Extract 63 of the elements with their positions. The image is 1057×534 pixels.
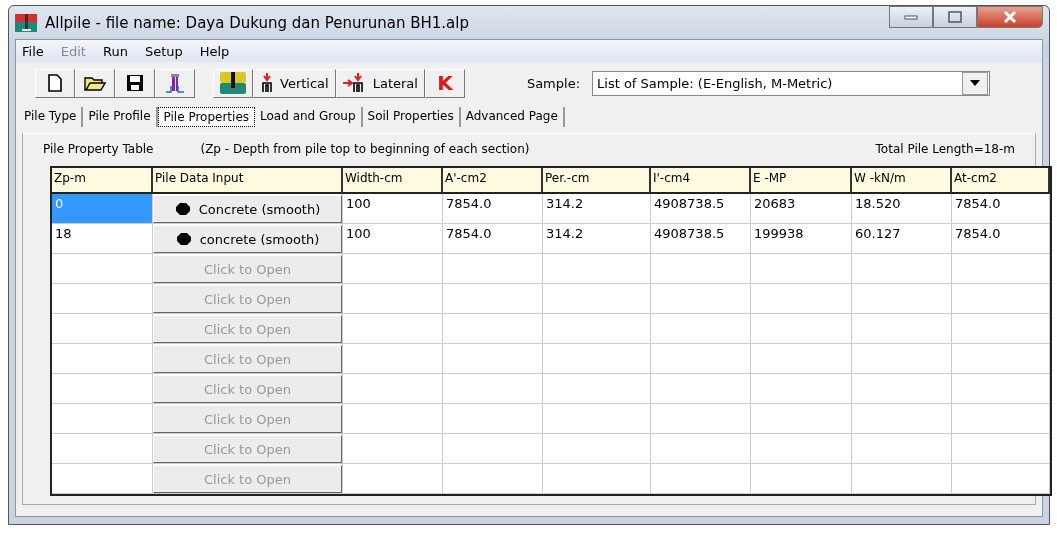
menu-item[interactable]: Run: [102, 43, 128, 59]
pile-button[interactable]: [155, 68, 195, 98]
table-cell: 18.520: [852, 194, 952, 224]
document-icon: [47, 74, 63, 92]
close-button[interactable]: [977, 6, 1043, 28]
table-cell: 100: [343, 194, 443, 224]
table-cell: 100: [343, 224, 443, 254]
table-cell: 7854.0: [443, 224, 543, 254]
octagon-icon: [174, 202, 191, 216]
table-cell: 314.2: [543, 224, 651, 254]
menu-item[interactable]: File: [22, 43, 44, 59]
folder-icon: [84, 75, 106, 91]
table-cell: 4908738.5: [651, 224, 751, 254]
column-header: Width-cm: [343, 168, 443, 194]
column-header: I'-cm4: [651, 168, 751, 194]
table-cell: 199938: [751, 224, 852, 254]
table-cell: 60.127: [852, 224, 952, 254]
tab[interactable]: Pile Properties: [157, 107, 256, 127]
window-title: Allpile - file name: Daya Dukung dan Penurunan BH1.alp: [45, 13, 469, 32]
table-cell: 7854.0: [952, 194, 1050, 224]
table-note: (Zp - Depth from pile top to beginning of each section): [200, 142, 530, 158]
vertical-button[interactable]: Vertical: [253, 68, 336, 98]
maximize-icon: [948, 11, 962, 23]
tab[interactable]: Load and Group: [255, 107, 363, 127]
pile-down-arrow-icon: [260, 73, 274, 93]
octagon-icon: [175, 232, 192, 246]
column-header: At-cm2: [952, 168, 1050, 194]
column-header: W -kN/m: [852, 168, 952, 194]
new-file-button[interactable]: [35, 68, 75, 98]
open-button[interactable]: [75, 68, 115, 98]
dropdown-arrow-icon: [970, 80, 981, 86]
column-header: A'-cm2: [443, 168, 543, 194]
menu-item[interactable]: Help: [199, 43, 230, 59]
table-cell: 314.2: [543, 194, 651, 224]
k-button[interactable]: K: [424, 68, 465, 98]
sample-label: Sample:: [526, 75, 581, 91]
minimize-button[interactable]: [889, 6, 933, 28]
tab[interactable]: Soil Properties: [362, 107, 461, 127]
maximize-button[interactable]: [933, 6, 977, 28]
table-cell: 20683: [751, 194, 852, 224]
column-header: Per.-cm: [543, 168, 651, 194]
table-cell: 7854.0: [443, 194, 543, 224]
pile-icon: [165, 73, 185, 93]
sample-dropdown[interactable]: List of Sample: (E-English, M-Metric): [592, 70, 991, 96]
column-header: E -MP: [751, 168, 852, 194]
pile-data-button[interactable]: Concrete (smooth): [153, 195, 342, 223]
tab[interactable]: Pile Type: [19, 107, 84, 127]
table-cell: 4908738.5: [651, 194, 751, 224]
table-title: Pile Property Table: [43, 142, 154, 158]
save-button[interactable]: [115, 68, 155, 98]
app-icon: [15, 13, 37, 32]
column-header: Pile Data Input: [153, 168, 343, 194]
minimize-icon: [904, 13, 918, 21]
total-length: Total Pile Length=18-m: [875, 142, 1015, 158]
pile-data-button[interactable]: concrete (smooth): [153, 225, 342, 253]
column-header: Zp-m: [52, 168, 153, 194]
table-cell: 7854.0: [952, 224, 1050, 254]
tab[interactable]: Advanced Page: [460, 107, 565, 127]
menu-item[interactable]: Setup: [144, 43, 183, 59]
soil-layers-icon: [220, 72, 246, 94]
soil-button[interactable]: [213, 68, 253, 98]
lateral-button[interactable]: Lateral: [335, 68, 425, 98]
close-icon: [1003, 11, 1017, 23]
